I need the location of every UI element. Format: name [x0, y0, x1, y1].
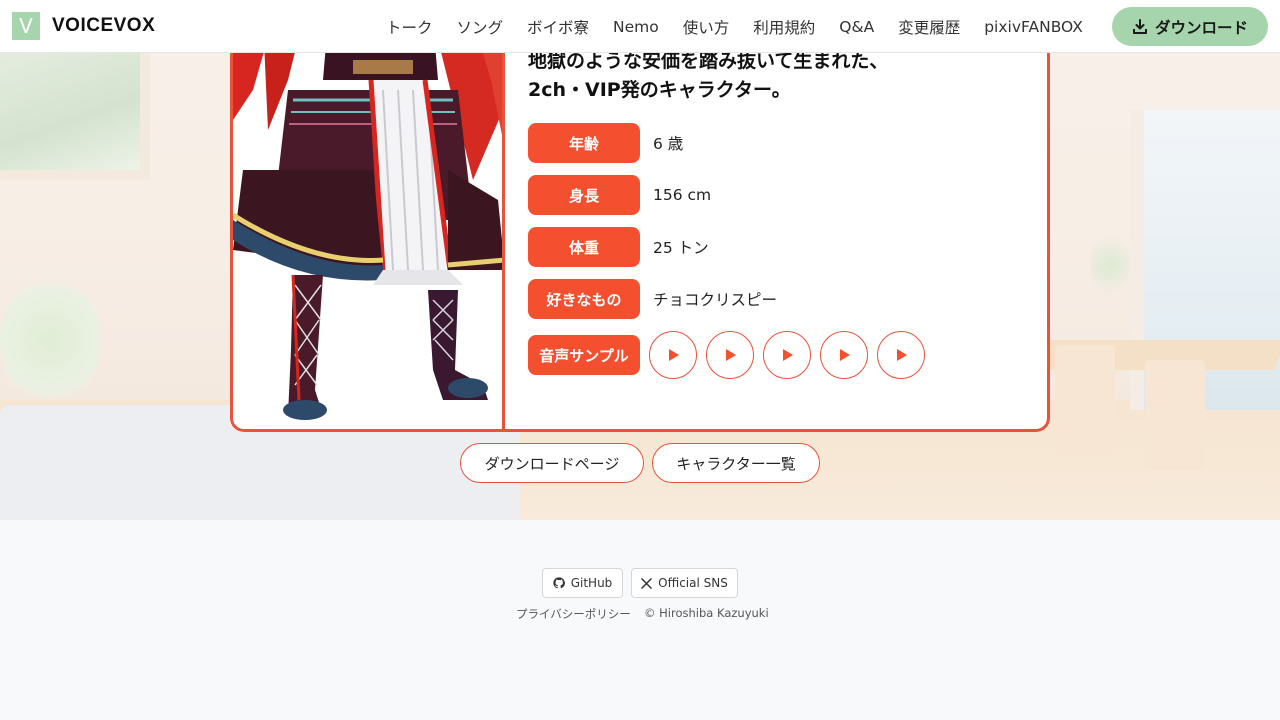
nav-item-nemo[interactable]: Nemo	[613, 18, 659, 36]
profile-value: 6 歳	[653, 135, 684, 153]
character-intro: 地獄のような安価を踏み抜いて生まれた、 2ch・VIP発のキャラクター。	[528, 47, 888, 105]
official-sns-label: Official SNS	[658, 576, 728, 590]
play-sample-button-1[interactable]	[649, 331, 697, 379]
play-icon	[840, 349, 850, 361]
profile-label: 体重	[528, 227, 640, 267]
nav-item-changelog[interactable]: 変更履歴	[898, 16, 960, 38]
site-header: V VOICEVOX トーク ソング ボイボ寮 Nemo 使い方 利用規約 Q&…	[0, 0, 1280, 53]
play-icon	[783, 349, 793, 361]
profile-label: 音声サンプル	[528, 335, 640, 375]
main-nav: トーク ソング ボイボ寮 Nemo 使い方 利用規約 Q&A 変更履歴 pixi…	[374, 0, 1095, 53]
nav-item-dormitory[interactable]: ボイボ寮	[527, 16, 589, 38]
nav-item-fanbox[interactable]: pixivFANBOX	[984, 18, 1083, 36]
nav-item-song[interactable]: ソング	[457, 16, 504, 38]
profile-row-height: 身長 156 cm	[528, 175, 711, 215]
profile-row-favorite: 好きなもの チョコクリスピー	[528, 279, 777, 319]
profile-value: 156 cm	[653, 186, 712, 204]
nav-item-talk[interactable]: トーク	[386, 16, 433, 38]
logo-mark: V	[12, 12, 40, 40]
profile-row-samples: 音声サンプル	[528, 331, 925, 379]
profile-value: チョコクリスピー	[653, 291, 778, 309]
profile-label: 身長	[528, 175, 640, 215]
character-card: 地獄のような安価を踏み抜いて生まれた、 2ch・VIP発のキャラクター。 年齢 …	[230, 20, 1050, 432]
copyright-text: © Hiroshiba Kazuyuki	[644, 606, 769, 620]
play-icon	[726, 349, 736, 361]
profile-row-weight: 体重 25 トン	[528, 227, 709, 267]
official-sns-link[interactable]: Official SNS	[631, 568, 738, 598]
github-icon	[553, 577, 565, 589]
github-link[interactable]: GitHub	[542, 568, 623, 598]
play-sample-button-5[interactable]	[877, 331, 925, 379]
profile-value: 25 トン	[653, 239, 709, 257]
download-icon	[1132, 18, 1147, 34]
profile-label: 年齢	[528, 123, 640, 163]
play-sample-button-2[interactable]	[706, 331, 754, 379]
play-icon	[669, 349, 679, 361]
intro-line-2: 2ch・VIP発のキャラクター。	[528, 79, 791, 101]
logo-text: VOICEVOX	[52, 15, 156, 36]
github-label: GitHub	[570, 576, 613, 590]
play-sample-button-3[interactable]	[763, 331, 811, 379]
nav-item-howto[interactable]: 使い方	[683, 16, 730, 38]
character-portrait	[233, 20, 505, 429]
download-page-button[interactable]: ダウンロードページ	[460, 443, 644, 483]
x-logo-icon	[641, 577, 652, 589]
character-list-button[interactable]: キャラクター一覧	[652, 443, 820, 483]
download-button[interactable]: ダウンロード	[1112, 7, 1268, 46]
character-illustration	[233, 20, 502, 420]
nav-item-terms[interactable]: 利用規約	[753, 16, 815, 38]
download-button-label: ダウンロード	[1154, 18, 1248, 37]
profile-label: 好きなもの	[528, 279, 640, 319]
logo[interactable]: V VOICEVOX	[12, 12, 155, 40]
play-sample-button-4[interactable]	[820, 331, 868, 379]
play-icon	[897, 349, 907, 361]
nav-item-qa[interactable]: Q&A	[839, 18, 874, 36]
privacy-policy-link[interactable]: プライバシーポリシー	[516, 606, 631, 622]
profile-row-age: 年齢 6 歳	[528, 123, 683, 163]
